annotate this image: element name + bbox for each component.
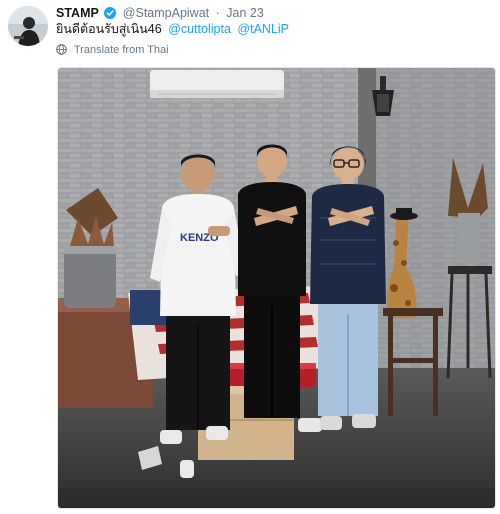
tweet-header: STAMP @StampApiwat · Jan 23 xyxy=(56,6,264,20)
separator-dot: · xyxy=(215,6,220,20)
person-right xyxy=(310,146,386,430)
tweet-photo[interactable]: KENZO xyxy=(57,67,496,509)
globe-icon xyxy=(56,44,67,59)
tweet: STAMP @StampApiwat · Jan 23 ยินดีต้อนรับ… xyxy=(0,0,500,514)
tweet-text: ยินดีต้อนรับสู่เนิน46 @cuttolipta @tANLi… xyxy=(56,22,289,37)
user-handle[interactable]: @StampApiwat xyxy=(123,6,209,20)
tweet-body: ยินดีต้อนรับสู่เนิน46 xyxy=(56,22,162,36)
avatar[interactable] xyxy=(8,6,48,46)
tweet-date[interactable]: Jan 23 xyxy=(226,6,264,20)
mention-link[interactable]: @cuttolipta xyxy=(168,22,231,36)
verified-badge-icon xyxy=(104,7,117,22)
display-name[interactable]: STAMP xyxy=(56,6,99,20)
translate-link[interactable]: Translate from Thai xyxy=(56,43,169,59)
translate-label: Translate from Thai xyxy=(73,44,169,56)
mention-link[interactable]: @tANLiP xyxy=(237,22,289,36)
